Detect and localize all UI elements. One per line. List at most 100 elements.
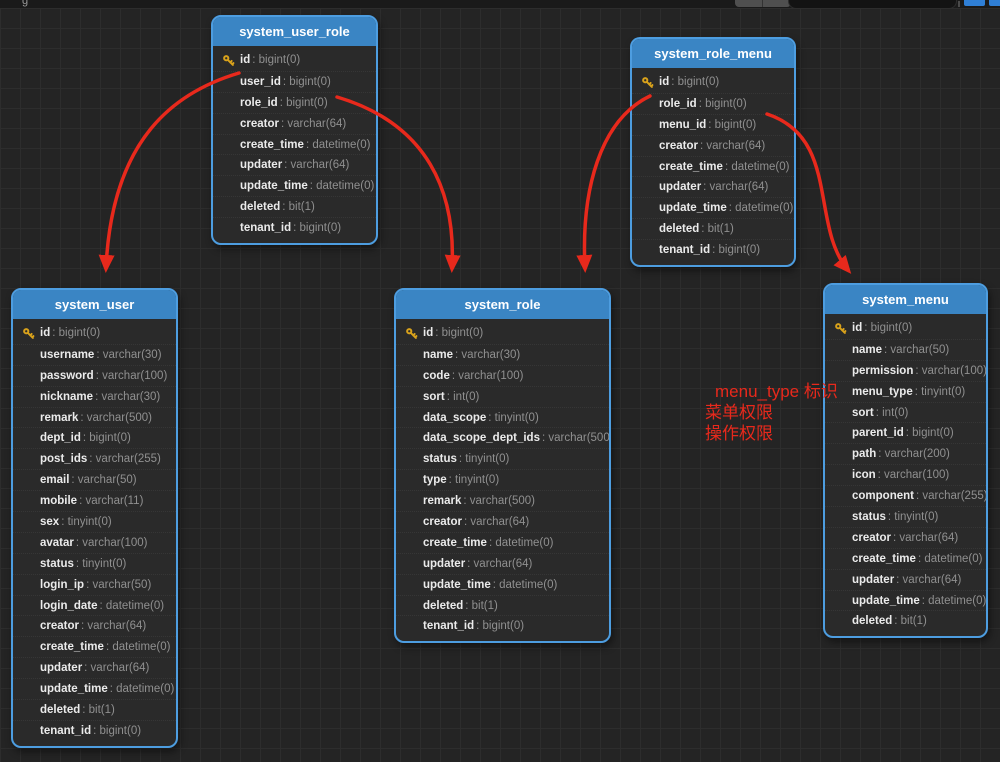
field-icon-spacer [405, 599, 423, 612]
field-name: deleted [852, 615, 892, 627]
field-icon-spacer [405, 369, 423, 382]
field-type: : int(0) [447, 391, 480, 403]
field-name: user_id [240, 76, 281, 88]
field-type: : varchar(64) [284, 159, 349, 171]
field-row-data_scope: data_scope: tinyint(0) [396, 407, 609, 428]
field-type: : tinyint(0) [888, 511, 939, 523]
field-type: : bigint(0) [671, 76, 719, 88]
entity-title[interactable]: system_menu [825, 285, 986, 314]
field-name: parent_id [852, 427, 904, 439]
field-row-create_time: create_time: datetime(0) [825, 548, 986, 569]
field-type: : varchar(500) [463, 495, 535, 507]
field-row-creator: creator: varchar(64) [632, 135, 794, 156]
field-name: data_scope [423, 412, 486, 424]
field-row-sex: sex: tinyint(0) [13, 511, 176, 532]
entity-title[interactable]: system_role [396, 290, 609, 319]
entity-system_menu[interactable]: system_menuid: bigint(0)name: varchar(50… [823, 283, 988, 638]
field-row-dept_id: dept_id: bigint(0) [13, 427, 176, 448]
field-name: create_time [40, 641, 104, 653]
field-row-updater: updater: varchar(64) [632, 176, 794, 197]
entity-system_user[interactable]: system_userid: bigint(0)username: varcha… [11, 288, 178, 748]
field-name: nickname [40, 391, 93, 403]
segmented-control[interactable] [735, 0, 791, 7]
field-icon-spacer [222, 138, 240, 151]
field-type: : varchar(255) [916, 490, 988, 502]
field-icon-spacer [22, 411, 40, 424]
field-icon-spacer [22, 662, 40, 675]
field-icon-spacer [222, 201, 240, 214]
field-row-remark: remark: varchar(500) [396, 490, 609, 511]
field-name: create_time [240, 139, 304, 151]
field-icon-spacer [222, 222, 240, 235]
field-row-creator: creator: varchar(64) [396, 511, 609, 532]
field-name: type [423, 474, 447, 486]
field-name: updater [423, 558, 465, 570]
toolbar-secondary-button[interactable] [989, 0, 1000, 6]
annotation-line: menu_type 标识 [705, 381, 838, 402]
field-type: : bigint(0) [52, 327, 100, 339]
field-name: role_id [659, 98, 697, 110]
field-type: : datetime(0) [100, 600, 165, 612]
field-row-nickname: nickname: varchar(30) [13, 386, 176, 407]
field-icon-spacer [22, 641, 40, 654]
field-name: login_date [40, 600, 98, 612]
field-icon-spacer [405, 495, 423, 508]
field-icon-spacer [405, 453, 423, 466]
field-type: : datetime(0) [110, 683, 175, 695]
field-icon-spacer [834, 343, 852, 356]
field-icon-spacer [834, 594, 852, 607]
field-type: : varchar(30) [95, 391, 160, 403]
entity-title[interactable]: system_user [13, 290, 176, 319]
toolbar-primary-button[interactable] [964, 0, 985, 6]
field-type: : bigint(0) [435, 327, 483, 339]
field-row-id: id: bigint(0) [13, 323, 176, 344]
field-name: create_time [659, 161, 723, 173]
field-type: : varchar(64) [703, 181, 768, 193]
field-type: : datetime(0) [306, 139, 371, 151]
annotation-note[interactable]: menu_type 标识 菜单权限 操作权限 [705, 381, 838, 444]
entity-title[interactable]: system_role_menu [632, 39, 794, 68]
field-icon-spacer [222, 180, 240, 193]
field-type: : varchar(64) [893, 532, 958, 544]
field-name: sex [40, 516, 59, 528]
field-row-menu_id: menu_id: bigint(0) [632, 114, 794, 135]
segmented-control-divider [762, 0, 763, 7]
toolbar-search-input[interactable] [788, 0, 957, 8]
primary-key-icon [834, 322, 852, 335]
field-type: : bigint(0) [476, 620, 524, 632]
field-type: : varchar(100) [878, 469, 950, 481]
field-name: creator [659, 140, 698, 152]
field-row-icon: icon: varchar(100) [825, 464, 986, 485]
entity-system_role_menu[interactable]: system_role_menuid: bigint(0)role_id: bi… [630, 37, 796, 267]
field-name: update_time [240, 180, 308, 192]
field-icon-spacer [405, 536, 423, 549]
field-name: name [423, 349, 453, 361]
field-name: updater [240, 159, 282, 171]
field-icon-spacer [405, 348, 423, 361]
field-name: status [423, 453, 457, 465]
toolbar-divider [958, 1, 960, 7]
entity-system_user_role[interactable]: system_user_roleid: bigint(0)user_id: bi… [211, 15, 378, 245]
field-row-data_scope_dept_ids: data_scope_dept_ids: varchar(500) [396, 427, 609, 448]
primary-key-icon [641, 76, 659, 89]
field-type: : varchar(50) [884, 344, 949, 356]
field-row-create_time: create_time: datetime(0) [13, 636, 176, 657]
field-name: deleted [659, 223, 699, 235]
field-icon-spacer [641, 139, 659, 152]
entity-title[interactable]: system_user_role [213, 17, 376, 46]
field-row-update_time: update_time: datetime(0) [13, 678, 176, 699]
field-row-updater: updater: varchar(64) [213, 154, 376, 175]
field-type: : bigint(0) [93, 725, 141, 737]
field-name: menu_type [852, 386, 913, 398]
field-icon-spacer [405, 515, 423, 528]
entity-system_role[interactable]: system_roleid: bigint(0)name: varchar(30… [394, 288, 611, 643]
field-row-deleted: deleted: bit(1) [632, 218, 794, 239]
field-type: : bigint(0) [83, 432, 131, 444]
field-name: post_ids [40, 453, 87, 465]
field-icon-spacer [405, 557, 423, 570]
entity-fields: id: bigint(0)user_id: bigint(0)role_id: … [213, 46, 376, 243]
diagram-canvas[interactable]: system_user_roleid: bigint(0)user_id: bi… [0, 8, 1000, 762]
field-icon-spacer [222, 159, 240, 172]
field-name: id [852, 322, 862, 334]
field-type: : varchar(100) [76, 537, 148, 549]
